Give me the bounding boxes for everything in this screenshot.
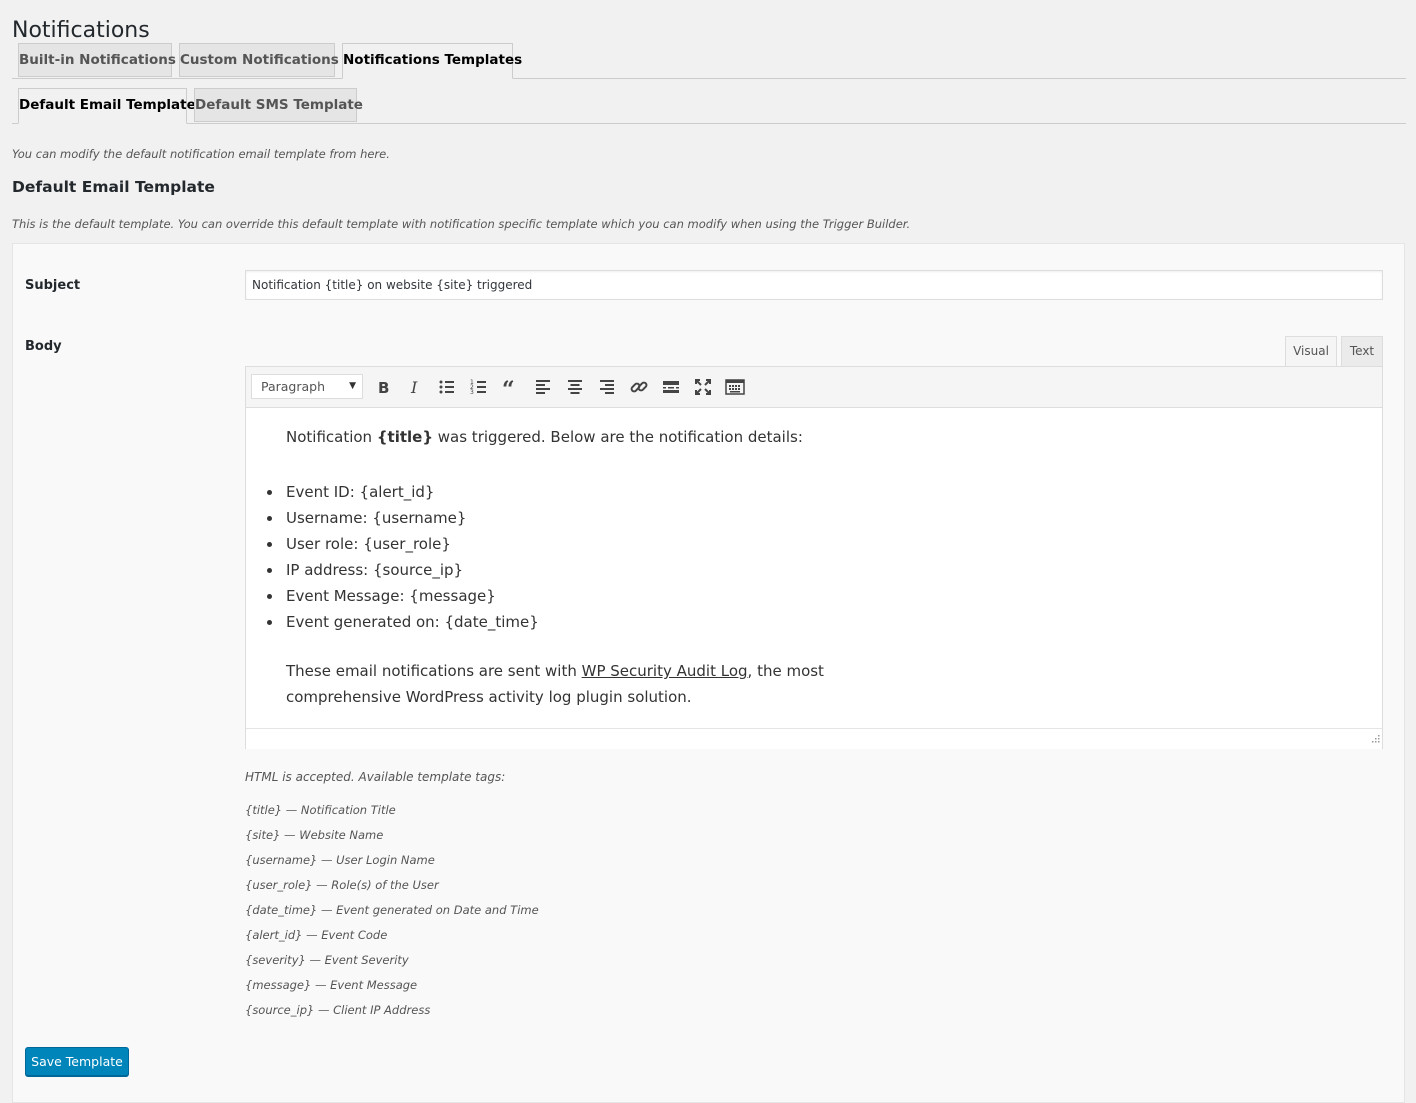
align-right-icon[interactable] <box>595 375 619 399</box>
resize-handle-icon[interactable] <box>1370 732 1380 747</box>
wp-security-audit-log-link[interactable]: WP Security Audit Log <box>582 662 748 680</box>
footer-text-after: , the most <box>747 662 824 680</box>
fullscreen-icon[interactable] <box>691 375 715 399</box>
section-title: Default Email Template <box>12 178 215 196</box>
align-center-icon[interactable] <box>563 375 587 399</box>
template-tags-heading: HTML is accepted. Available template tag… <box>245 770 506 784</box>
footer-text-line2: comprehensive WordPress activity log plu… <box>286 688 692 706</box>
svg-text:3: 3 <box>470 389 474 396</box>
list-item: User role: {user_role} <box>267 531 539 557</box>
intro-text-after: was triggered. Below are the notificatio… <box>433 428 803 446</box>
svg-text:B: B <box>378 379 389 397</box>
footer-paragraph: These email notifications are sent with … <box>286 658 824 710</box>
intro-title-tag: {title} <box>376 428 433 446</box>
template-tag-item: {alert_id} — Event Code <box>245 928 388 942</box>
subject-label: Subject <box>25 278 81 293</box>
list-item: IP address: {source_ip} <box>267 557 539 583</box>
template-tag-item: {site} — Website Name <box>245 828 384 842</box>
body-editor: Paragraph ▼ B I 123 “ Notification {titl… <box>245 366 1383 749</box>
editor-content[interactable]: Notification {title} was triggered. Belo… <box>246 408 1382 728</box>
save-template-button[interactable]: Save Template <box>25 1047 129 1076</box>
template-tag-item: {title} — Notification Title <box>245 803 396 817</box>
body-label: Body <box>25 339 62 354</box>
section-description: This is the default template. You can ov… <box>12 217 911 231</box>
visual-mode-tab[interactable]: Visual <box>1285 336 1337 367</box>
list-item: Event Message: {message} <box>267 583 539 609</box>
toolbar-toggle-icon[interactable] <box>723 375 747 399</box>
blockquote-icon[interactable]: “ <box>499 375 523 399</box>
template-tag-item: {source_ip} — Client IP Address <box>245 1003 431 1017</box>
editor-status-bar <box>246 728 1382 749</box>
template-tag-item: {user_role} — Role(s) of the User <box>245 878 439 892</box>
tab-notifications-templates[interactable]: Notifications Templates <box>342 43 522 79</box>
tab-built-in-notifications[interactable]: Built-in Notifications <box>18 43 176 77</box>
tab-custom-notifications[interactable]: Custom Notifications <box>179 43 339 77</box>
svg-text:“: “ <box>502 377 515 397</box>
align-left-icon[interactable] <box>531 375 555 399</box>
read-more-icon[interactable] <box>659 375 683 399</box>
format-select-value: Paragraph <box>261 379 326 394</box>
list-item: Event generated on: {date_time} <box>267 609 539 635</box>
text-mode-tab[interactable]: Text <box>1341 336 1383 367</box>
format-select[interactable]: Paragraph ▼ <box>251 374 363 399</box>
details-list: Event ID: {alert_id} Username: {username… <box>267 479 539 635</box>
chevron-down-icon: ▼ <box>349 381 356 391</box>
tab-default-email-template[interactable]: Default Email Template <box>18 88 196 124</box>
bold-icon[interactable]: B <box>371 375 395 399</box>
italic-icon[interactable]: I <box>403 375 427 399</box>
intro-text-before: Notification <box>286 428 377 446</box>
svg-text:I: I <box>410 378 418 397</box>
main-tab-bar: Built-in Notifications Custom Notificati… <box>12 43 1406 79</box>
template-tag-item: {severity} — Event Severity <box>245 953 409 967</box>
sub-tab-bar: Default Email Template Default SMS Templ… <box>12 88 1406 124</box>
page-title: Notifications <box>12 17 150 43</box>
tab-default-sms-template[interactable]: Default SMS Template <box>194 88 363 122</box>
link-icon[interactable] <box>627 375 651 399</box>
template-tag-item: {message} — Event Message <box>245 978 418 992</box>
list-item: Event ID: {alert_id} <box>267 479 539 505</box>
intro-text: You can modify the default notification … <box>12 147 390 161</box>
editor-toolbar: Paragraph ▼ B I 123 “ <box>246 367 1382 408</box>
list-item: Username: {username} <box>267 505 539 531</box>
subject-input[interactable] <box>245 270 1383 300</box>
intro-paragraph: Notification {title} was triggered. Belo… <box>286 428 803 446</box>
footer-text-before: These email notifications are sent with <box>286 662 582 680</box>
bulleted-list-icon[interactable] <box>435 375 459 399</box>
template-tag-item: {username} — User Login Name <box>245 853 435 867</box>
template-tag-item: {date_time} — Event generated on Date an… <box>245 903 539 917</box>
template-tags-list: {title} — Notification Title {site} — We… <box>245 802 539 1027</box>
numbered-list-icon[interactable]: 123 <box>467 375 491 399</box>
